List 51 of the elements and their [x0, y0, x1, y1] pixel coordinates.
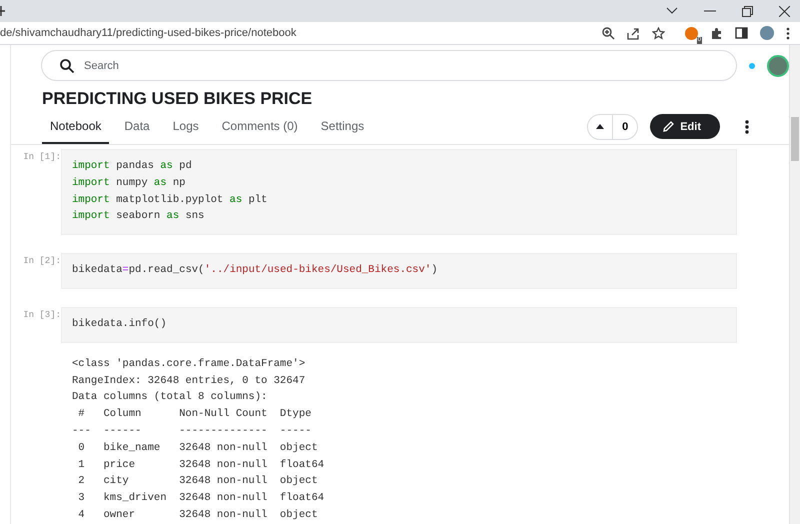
code-line: import matplotlib.pyplot as plt	[72, 192, 268, 208]
more-icon[interactable]	[745, 120, 749, 134]
scrollbar-thumb[interactable]	[791, 117, 799, 161]
tab[interactable]: Comments (0)	[214, 109, 306, 144]
output-line: 0 bike_name 32648 non-null object	[77, 440, 319, 456]
code-cell[interactable]: bikedata.info()	[61, 306, 737, 343]
search-icon	[60, 59, 74, 73]
notification-dot	[749, 62, 755, 68]
code-line: import pandas as pd	[72, 159, 193, 174]
minimize-icon[interactable]	[704, 10, 716, 12]
tab[interactable]: Data	[116, 109, 158, 144]
output-line: 2 city 32648 non-null object	[77, 474, 319, 490]
notebook-title: PREDICTING USED BIKES PRICE	[41, 88, 314, 109]
puzzle-icon[interactable]	[710, 26, 723, 40]
restore-icon[interactable]	[742, 6, 753, 16]
output-line: 3 kms_driven 32648 non-null float64	[77, 491, 326, 506]
more-icon[interactable]	[786, 26, 790, 40]
code-cell[interactable]: import pandas as pd import numpy as np import matplotlib.pyplot as plt import seaborn as sns	[61, 149, 737, 236]
address-bar[interactable]: de/shivamchaudhary11/predicting-used-bikes-price/notebook	[0, 27, 590, 39]
profile-avatar[interactable]	[760, 26, 774, 40]
tab[interactable]: Settings	[312, 109, 372, 144]
cell-prompt: In [3]:	[22, 308, 61, 322]
output-line: Data columns (total 8 columns):	[72, 390, 268, 406]
cell-prompt: In [2]:	[22, 255, 61, 268]
output-line: --- ------ -------------- -----	[72, 424, 312, 439]
code-cell[interactable]: bikedata=pd.read_csv('../input/used-bikes/Used_Bikes.csv')	[61, 253, 737, 289]
new-tab-icon[interactable]	[0, 6, 5, 16]
output-line: <class 'pandas.core.frame.DataFrame'>	[72, 356, 306, 372]
star-icon[interactable]	[652, 26, 665, 40]
edit-button[interactable]: Edit	[650, 114, 720, 139]
share-icon[interactable]	[627, 26, 640, 40]
tab[interactable]: Notebook	[42, 109, 110, 144]
code-line: bikedata=pd.read_csv('../input/used-bikes/Used_Bikes.csv')	[72, 263, 439, 278]
code-line: import numpy as np	[72, 176, 186, 191]
user-avatar[interactable]	[767, 54, 789, 76]
search-field[interactable]: Search	[41, 50, 737, 81]
tab[interactable]: Logs	[164, 109, 207, 144]
vote-count: 0	[621, 120, 630, 132]
cell-prompt: In [1]:	[22, 151, 61, 164]
pencil-icon	[663, 121, 674, 132]
code-line: bikedata.info()	[72, 316, 168, 332]
output-line: # Column Non-Null Count Dtype	[77, 407, 312, 422]
triangle-up-icon	[596, 124, 604, 129]
chevron-down-icon[interactable]	[666, 7, 678, 15]
zoom-icon[interactable]	[602, 26, 615, 40]
side-panel-icon[interactable]	[735, 27, 748, 39]
output-line: 1 price 32648 non-null float64	[77, 458, 326, 473]
output-line: RangeIndex: 32648 entries, 0 to 32647	[72, 374, 306, 389]
code-line: import seaborn as sns	[72, 209, 206, 224]
output-line: 4 owner 32648 non-null object	[77, 508, 319, 523]
close-icon[interactable]	[779, 6, 790, 16]
